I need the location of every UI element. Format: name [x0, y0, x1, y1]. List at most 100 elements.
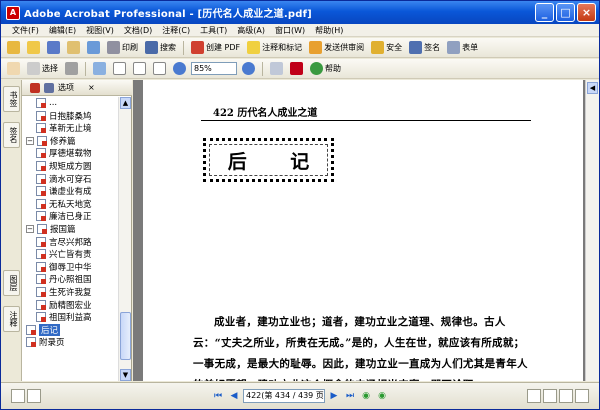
first-page-icon[interactable]: ⏮ [211, 389, 225, 403]
bookmark-item[interactable]: 廉洁已身正 [36, 210, 92, 222]
bookmark-label: 报国篇 [50, 225, 76, 235]
bookmark-scrollbar[interactable]: ▲ ▼ [118, 97, 131, 381]
bookmark-item[interactable]: 御辱卫中华 [36, 261, 92, 273]
last-page-icon[interactable]: ⏭ [343, 389, 357, 403]
status-bar: ⏮ ◀ 422(第 434 / 439 页) ▶ ⏭ ◉ ◉ [1, 382, 599, 409]
fit-page-button[interactable] [131, 60, 148, 77]
tab-comments[interactable]: 注释 [3, 306, 20, 332]
zoom-input[interactable]: 85% [191, 62, 237, 75]
view-icon[interactable] [27, 389, 41, 403]
continuous-icon[interactable] [543, 389, 557, 403]
actual-size-button[interactable] [111, 60, 128, 77]
create-pdf-button[interactable]: 创建 PDF [189, 39, 242, 56]
menu-edit[interactable]: 编辑(E) [44, 25, 81, 36]
menu-comments[interactable]: 注释(C) [157, 25, 195, 36]
tab-layers[interactable]: 图层 [3, 270, 20, 296]
zoom-out-button[interactable] [171, 60, 188, 77]
rotate-button[interactable] [268, 60, 285, 77]
collapse-icon[interactable]: − [26, 225, 34, 233]
hand-tool-button[interactable] [5, 60, 22, 77]
previous-view-icon[interactable]: ◉ [359, 389, 373, 403]
bookmark-icon [36, 312, 46, 323]
minimize-button[interactable]: _ [535, 3, 554, 22]
print-button[interactable]: 印刷 [105, 39, 140, 56]
bookmark-label: 言尽兴邦路 [49, 237, 92, 248]
bookmark-item[interactable]: 日抱膝桑鸠 [36, 110, 92, 122]
bookmark-icon[interactable] [30, 82, 40, 93]
secure-button[interactable]: 安全 [369, 39, 404, 56]
options-menu[interactable]: 选项 [58, 82, 74, 93]
bookmark-label: 兴亡皆有责 [49, 250, 92, 261]
next-view-icon[interactable]: ◉ [375, 389, 389, 403]
page-number-input[interactable]: 422(第 434 / 439 页) [243, 389, 325, 403]
menu-window[interactable]: 窗口(W) [270, 25, 310, 36]
yahoo-button[interactable] [288, 60, 305, 77]
doc-scroll-up-icon[interactable]: ◀ [587, 82, 598, 94]
sign-button[interactable]: 签名 [407, 39, 442, 56]
menu-view[interactable]: 视图(V) [81, 25, 119, 36]
panel-close-icon[interactable]: × [88, 83, 95, 92]
zoom-in-button[interactable] [240, 60, 257, 77]
send-review-button[interactable]: 发送供审阅 [307, 39, 366, 56]
forms-button[interactable]: 表单 [445, 39, 480, 56]
snapshot-button[interactable] [63, 60, 80, 77]
save-button[interactable] [45, 39, 62, 56]
menu-document[interactable]: 文档(D) [119, 25, 157, 36]
collapse-icon[interactable]: − [26, 136, 34, 145]
menu-help[interactable]: 帮助(H) [310, 25, 348, 36]
create-button[interactable] [5, 39, 22, 56]
bookmark-item[interactable]: 言尽兴邦路 [36, 236, 92, 248]
document-scrollbar[interactable]: ◀ [585, 80, 599, 381]
menu-file[interactable]: 文件(F) [7, 25, 44, 36]
bookmark-item[interactable]: 谦虚业有成 [36, 185, 92, 197]
open-button[interactable] [25, 39, 42, 56]
file-toolbar: 印刷 搜索 创建 PDF 注释和标记 发送供审阅 安全 签名 表单 [1, 38, 599, 58]
bookmark-icon [37, 135, 47, 146]
single-page-icon[interactable] [527, 389, 541, 403]
bookmark-item[interactable]: ... [36, 97, 57, 109]
scroll-up-icon[interactable]: ▲ [120, 97, 131, 109]
continuous-facing-icon[interactable] [575, 389, 589, 403]
menu-advanced[interactable]: 高级(A) [232, 25, 270, 36]
text-cursor-icon [27, 62, 40, 75]
bookmark-item[interactable]: − 修养篇 [26, 135, 76, 147]
bookmark-item[interactable]: 无私天地宽 [36, 198, 92, 210]
bookmark-item[interactable]: 滴水可穿石 [36, 173, 92, 185]
bookmark-icon [26, 337, 36, 348]
bookmark-item[interactable]: − 报国篇 [26, 223, 76, 235]
organize-button[interactable] [85, 39, 102, 56]
bookmark-item[interactable]: 厚德堪载物 [36, 147, 92, 159]
close-button[interactable]: × [577, 3, 596, 22]
bookmark-item[interactable]: 规矩成方圆 [36, 160, 92, 172]
tab-bookmarks[interactable]: 书签 [3, 86, 20, 112]
comment-markup-button[interactable]: 注释和标记 [245, 39, 304, 56]
bookmark-label: 御辱卫中华 [49, 262, 92, 273]
review-icon [309, 41, 323, 54]
delete-icon[interactable] [44, 82, 54, 93]
bookmark-item[interactable]: 兴亡皆有责 [36, 248, 92, 260]
fit-width-button[interactable] [151, 60, 168, 77]
menu-tools[interactable]: 工具(T) [195, 25, 232, 36]
next-page-icon[interactable]: ▶ [327, 389, 341, 403]
facing-icon[interactable] [559, 389, 573, 403]
bookmark-item[interactable]: 生死许我复 [36, 286, 92, 298]
fit-page-icon [133, 62, 146, 75]
select-tool-button[interactable]: 选择 [25, 60, 60, 77]
tab-signatures[interactable]: 签名 [3, 122, 20, 148]
bookmark-item[interactable]: 革新无止境 [36, 122, 92, 134]
bookmark-item[interactable]: 后记 [26, 323, 61, 336]
bookmark-item[interactable]: 丹心照祖国 [36, 273, 92, 285]
scroll-thumb[interactable] [120, 312, 131, 360]
email-button[interactable] [65, 39, 82, 56]
previous-page-icon[interactable]: ◀ [227, 389, 241, 403]
panel-toggle-icon[interactable] [11, 389, 25, 403]
maximize-button[interactable]: □ [556, 3, 575, 22]
head-rule [201, 120, 531, 121]
search-button[interactable]: 搜索 [143, 39, 178, 56]
bookmark-item[interactable]: 附录页 [26, 336, 65, 348]
help-button[interactable]: 帮助 [308, 60, 343, 77]
zoom-tool-button[interactable] [91, 60, 108, 77]
bookmark-item[interactable]: 祖国利益高 [36, 311, 92, 323]
scroll-down-icon[interactable]: ▼ [120, 369, 131, 381]
bookmark-item[interactable]: 励精图宏业 [36, 299, 92, 311]
